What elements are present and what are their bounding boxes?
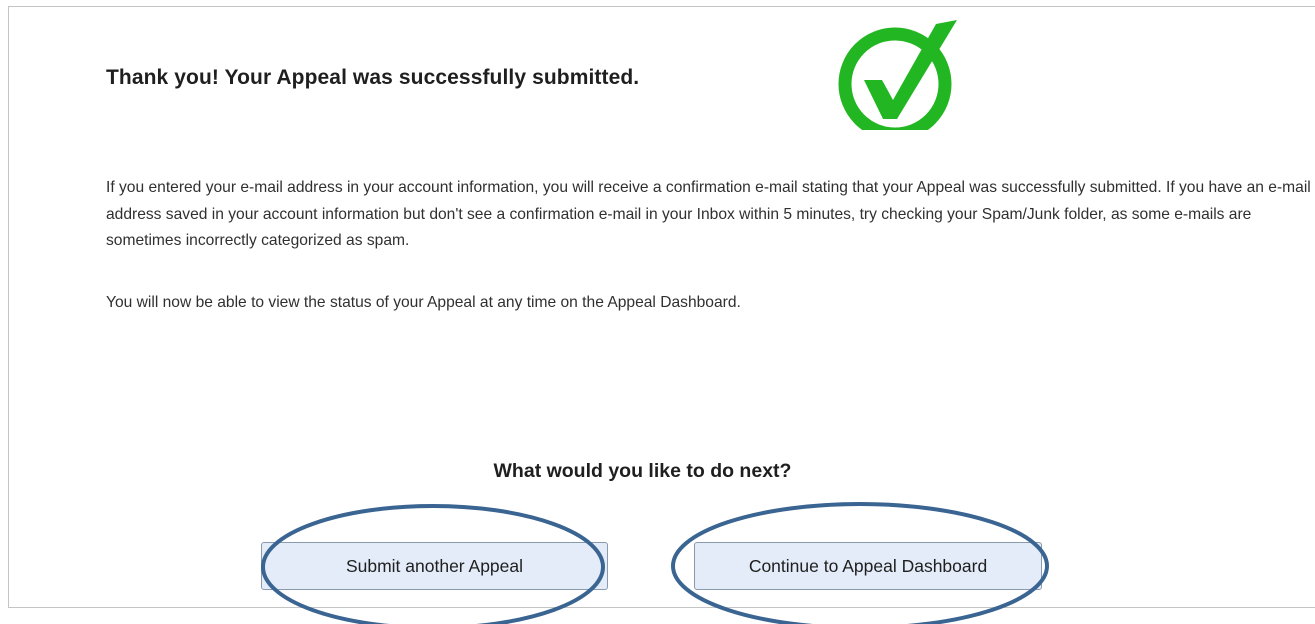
confirmation-email-text: If you entered your e-mail address in yo…: [106, 179, 1311, 249]
page: Thank you! Your Appeal was successfully …: [0, 0, 1315, 624]
next-steps-heading: What would you like to do next?: [493, 460, 792, 482]
checkmark-circle-icon: [838, 20, 957, 130]
submit-another-appeal-button[interactable]: Submit another Appeal: [261, 542, 608, 590]
dashboard-status-text: You will now be able to view the status …: [106, 294, 741, 311]
page-title: Thank you! Your Appeal was successfully …: [106, 66, 640, 89]
continue-to-dashboard-button[interactable]: Continue to Appeal Dashboard: [694, 542, 1042, 590]
